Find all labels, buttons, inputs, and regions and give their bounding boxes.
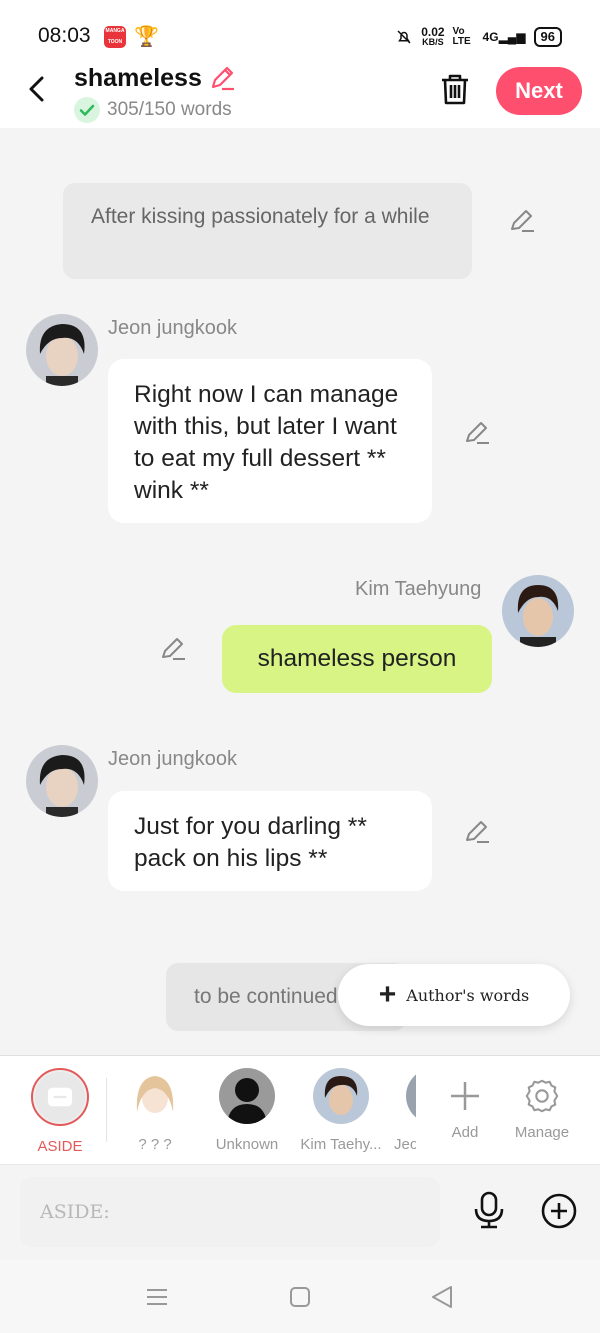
message-bubble[interactable]: Right now I can manage with this, but la… xyxy=(108,359,432,523)
back-triangle-icon[interactable] xyxy=(431,1285,453,1309)
microphone-icon[interactable] xyxy=(470,1190,508,1230)
character-label: ASIDE xyxy=(37,1138,83,1155)
signal-icon: 4G▂▄▆ xyxy=(482,30,526,44)
character-label: Unknown xyxy=(215,1136,279,1153)
character-aside[interactable]: ASIDE xyxy=(15,1068,105,1155)
message-input-wrapper xyxy=(20,1177,440,1247)
character-unknown[interactable]: Unknown xyxy=(202,1068,292,1153)
sender-name: Kim Taehyung xyxy=(355,578,482,600)
divider xyxy=(106,1078,107,1142)
authors-words-button[interactable]: + Author's words xyxy=(338,964,570,1026)
mute-bell-icon xyxy=(397,30,411,44)
sender-name: Jeon jungkook xyxy=(108,748,237,770)
character-jeon[interactable]: Jeo xyxy=(376,1068,416,1153)
character-avatar xyxy=(313,1068,369,1124)
message-input[interactable] xyxy=(20,1177,440,1247)
status-time: 08:03 xyxy=(38,24,91,47)
edit-pencil-icon[interactable] xyxy=(463,818,491,846)
net-speed: 0.02 KB/S xyxy=(421,25,445,47)
manage-characters-button[interactable]: Manage xyxy=(497,1068,587,1141)
edit-pencil-icon[interactable] xyxy=(463,419,491,447)
check-icon xyxy=(74,97,100,123)
character-label: Kim Taehy... xyxy=(300,1136,382,1153)
character-kim-taehyung[interactable]: Kim Taehy... xyxy=(296,1068,386,1153)
character-avatar xyxy=(127,1068,183,1124)
volte-indicator: Vo LTE xyxy=(452,26,471,47)
back-arrow-icon[interactable] xyxy=(24,74,52,104)
gear-icon xyxy=(497,1068,587,1124)
avatar-jungkook[interactable] xyxy=(26,745,98,817)
avatar-jungkook[interactable] xyxy=(26,314,98,386)
character-avatar xyxy=(406,1068,416,1124)
story-title: shameless xyxy=(74,64,202,92)
manage-label: Manage xyxy=(514,1124,570,1141)
plus-icon: + xyxy=(378,978,397,1011)
character-unknown-girl[interactable]: ? ? ? xyxy=(110,1068,200,1153)
edit-title-pencil-icon[interactable] xyxy=(208,64,236,92)
aside-icon xyxy=(31,1068,89,1126)
aside-message[interactable]: After kissing passionately for a while xyxy=(63,183,472,279)
next-button[interactable]: Next xyxy=(496,67,582,115)
message-bubble[interactable]: Just for you darling ** pack on his lips… xyxy=(108,791,432,891)
mangatoon-app-icon: MANGA TOON xyxy=(104,26,126,48)
edit-pencil-icon[interactable] xyxy=(159,635,187,663)
word-count: 305/150 words xyxy=(107,99,232,120)
sender-name: Jeon jungkook xyxy=(108,317,237,339)
character-label: ? ? ? xyxy=(138,1136,172,1153)
home-icon[interactable] xyxy=(289,1286,311,1308)
authors-words-label: Author's words xyxy=(406,985,530,1005)
silhouette-avatar xyxy=(219,1068,275,1124)
edit-pencil-icon[interactable] xyxy=(508,207,536,235)
trophy-icon: 🏆 xyxy=(134,26,159,48)
status-icons: 0.02 KB/S Vo LTE 4G▂▄▆ 96 xyxy=(395,24,562,50)
add-circle-icon[interactable] xyxy=(540,1192,578,1230)
character-label: Jeo xyxy=(394,1136,416,1153)
avatar-taehyung[interactable] xyxy=(502,575,574,647)
menu-icon[interactable] xyxy=(146,1286,168,1308)
message-bubble-own[interactable]: shameless person xyxy=(222,625,492,693)
battery-icon: 96 xyxy=(533,27,562,47)
trash-icon[interactable] xyxy=(438,72,472,106)
